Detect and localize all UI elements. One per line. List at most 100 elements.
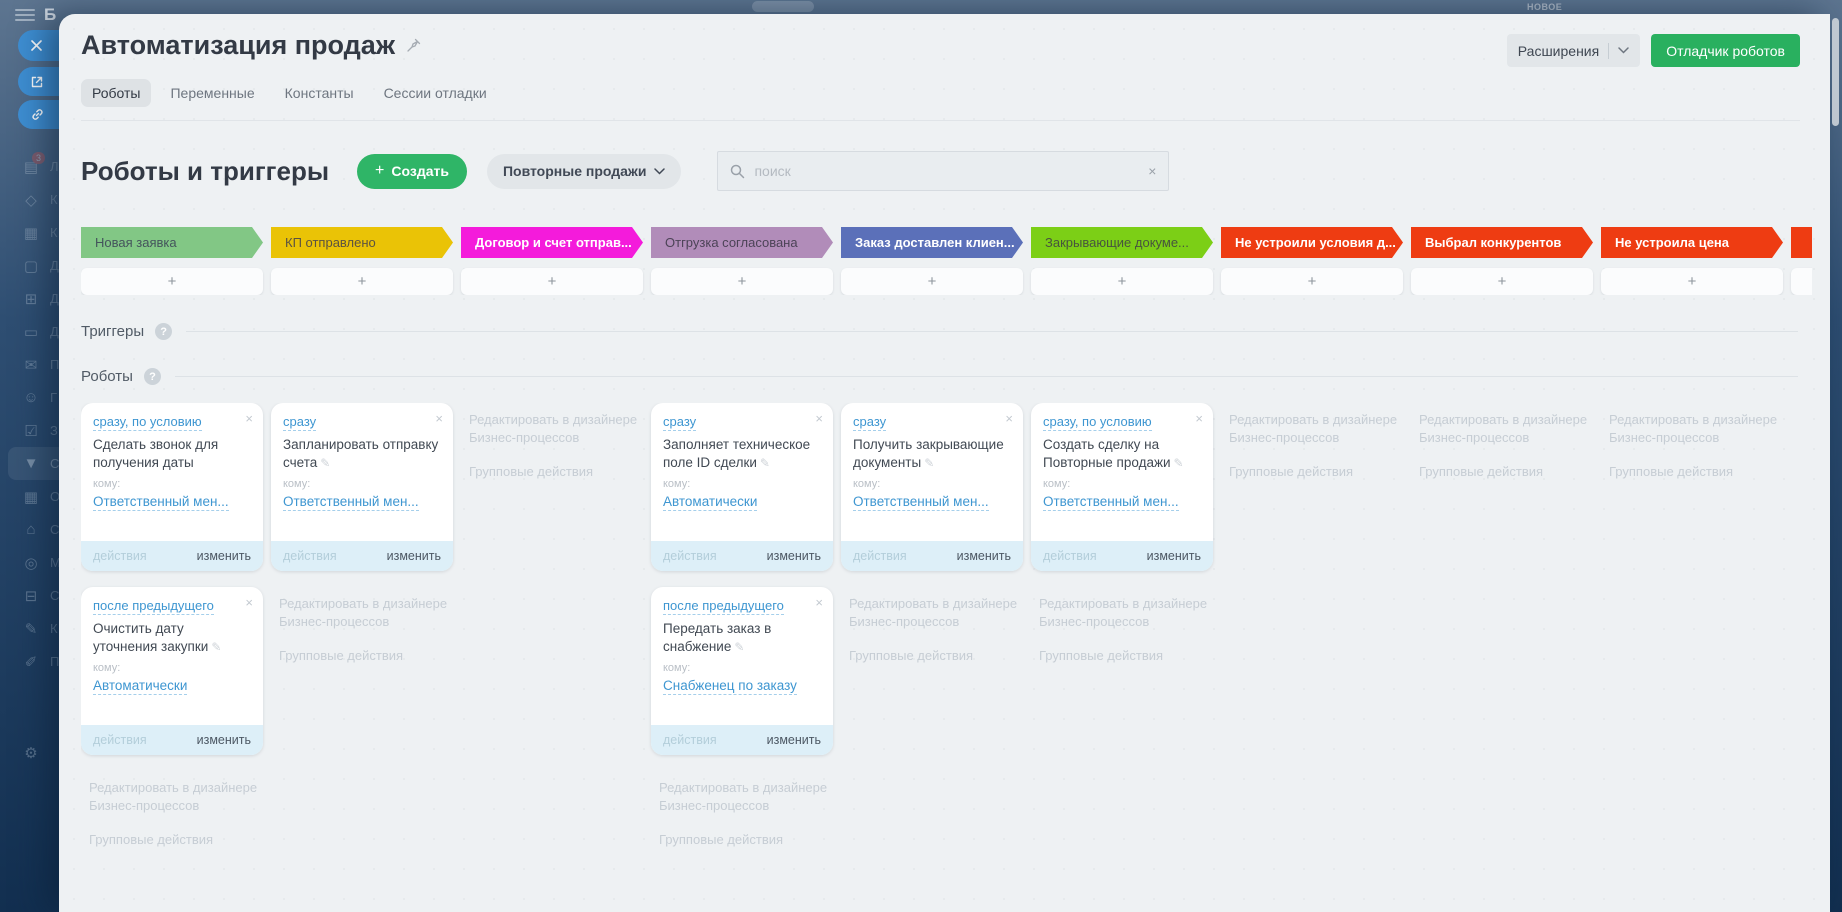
add-robot-button[interactable]: + (1791, 268, 1812, 295)
close-icon[interactable]: × (1005, 412, 1013, 425)
extensions-button[interactable]: Расширения (1506, 34, 1641, 67)
tab-robots[interactable]: Роботы (81, 79, 152, 107)
designer-edit-link[interactable]: Редактировать в дизайнере Бизнес-процесс… (659, 779, 833, 815)
close-icon[interactable]: × (1195, 412, 1203, 425)
edit-pencil-icon[interactable]: ✎ (734, 640, 744, 654)
group-actions-link[interactable]: Групповые действия (1609, 463, 1783, 481)
stage-clipped[interactable] (1791, 227, 1812, 258)
edit-link[interactable]: изменить (197, 549, 251, 563)
help-icon[interactable]: ? (155, 323, 173, 340)
assignee-link[interactable]: Ответственный мен... (93, 493, 229, 511)
edit-link[interactable]: изменить (1147, 549, 1201, 563)
add-robot-button[interactable]: + (1221, 268, 1403, 295)
edit-pencil-icon[interactable]: ✎ (211, 640, 221, 654)
help-icon[interactable]: ? (143, 368, 161, 385)
robot-card[interactable]: сразу × Заполняет техническое поле ID сд… (651, 403, 833, 571)
close-icon[interactable]: × (815, 596, 823, 609)
edit-pencil-icon[interactable]: ✎ (320, 456, 330, 470)
stage-contract-sent[interactable]: Договор и счет отправ... (461, 227, 643, 258)
edit-pencil-icon[interactable]: ✎ (924, 456, 934, 470)
add-robot-button[interactable]: + (1601, 268, 1783, 295)
add-robot-button[interactable]: + (841, 268, 1023, 295)
robot-card[interactable]: сразу, по условию × Создать сделку на По… (1031, 403, 1213, 571)
create-button[interactable]: + Создать (357, 153, 467, 189)
robot-card[interactable]: сразу × Получить закрывающие документы ✎ … (841, 403, 1023, 571)
robot-card[interactable]: после предыдущего × Очистить дату уточне… (81, 587, 263, 755)
add-robot-button[interactable]: + (461, 268, 643, 295)
designer-edit-link[interactable]: Редактировать в дизайнере Бизнес-процесс… (1419, 411, 1593, 447)
actions-link[interactable]: действия (663, 733, 717, 747)
designer-edit-link[interactable]: Редактировать в дизайнере Бизнес-процесс… (1609, 411, 1783, 447)
trigger-condition-link[interactable]: сразу, по условию (1043, 414, 1152, 431)
actions-link[interactable]: действия (93, 549, 147, 563)
copy-link-button[interactable] (18, 100, 62, 129)
group-actions-link[interactable]: Групповые действия (469, 463, 643, 481)
assignee-link[interactable]: Автоматически (93, 677, 188, 695)
edit-link[interactable]: изменить (767, 733, 821, 747)
add-robot-button[interactable]: + (1411, 268, 1593, 295)
stage-order-delivered[interactable]: Заказ доставлен клиен... (841, 227, 1023, 258)
hamburger-menu-icon[interactable] (15, 9, 35, 23)
close-icon[interactable]: × (435, 412, 443, 425)
stage-quote-sent[interactable]: КП отправлено (271, 227, 453, 258)
close-slider-button[interactable] (18, 30, 62, 61)
group-actions-link[interactable]: Групповые действия (849, 647, 1023, 665)
scrollbar-thumb[interactable] (1832, 18, 1839, 126)
actions-link[interactable]: действия (283, 549, 337, 563)
designer-edit-link[interactable]: Редактировать в дизайнере Бизнес-процесс… (89, 779, 263, 815)
edit-pencil-icon[interactable]: ✎ (760, 456, 770, 470)
add-robot-button[interactable]: + (1031, 268, 1213, 295)
actions-link[interactable]: действия (663, 549, 717, 563)
designer-edit-link[interactable]: Редактировать в дизайнере Бизнес-процесс… (1229, 411, 1403, 447)
assignee-link[interactable]: Ответственный мен... (1043, 493, 1179, 511)
close-icon[interactable]: × (815, 412, 823, 425)
funnel-selector-dropdown[interactable]: Повторные продажи (486, 153, 682, 189)
edit-link[interactable]: изменить (767, 549, 821, 563)
stage-new-request[interactable]: Новая заявка (81, 227, 263, 258)
trigger-condition-link[interactable]: после предыдущего (93, 598, 214, 615)
group-actions-link[interactable]: Групповые действия (1039, 647, 1213, 665)
pin-icon[interactable] (406, 38, 421, 53)
edit-link[interactable]: изменить (387, 549, 441, 563)
search-input[interactable] (754, 163, 1149, 179)
group-actions-link[interactable]: Групповые действия (1419, 463, 1593, 481)
trigger-condition-link[interactable]: сразу (853, 414, 887, 431)
assignee-link[interactable]: Ответственный мен... (283, 493, 419, 511)
close-icon[interactable]: × (245, 412, 253, 425)
designer-edit-link[interactable]: Редактировать в дизайнере Бизнес-процесс… (849, 595, 1023, 631)
stage-chose-competitors[interactable]: Выбрал конкурентов (1411, 227, 1593, 258)
tab-constants[interactable]: Константы (274, 79, 365, 107)
trigger-condition-link[interactable]: сразу, по условию (93, 414, 202, 431)
stage-terms-rejected[interactable]: Не устроили условия д... (1221, 227, 1403, 258)
robot-card[interactable]: после предыдущего × Передать заказ в сна… (651, 587, 833, 755)
robot-debugger-button[interactable]: Отладчик роботов (1651, 34, 1800, 67)
clear-search-icon[interactable]: × (1148, 163, 1156, 179)
designer-edit-link[interactable]: Редактировать в дизайнере Бизнес-процесс… (1039, 595, 1213, 631)
stage-price-rejected[interactable]: Не устроила цена (1601, 227, 1783, 258)
assignee-link[interactable]: Снабженец по заказу (663, 677, 797, 695)
open-in-new-button[interactable] (18, 67, 62, 96)
edit-link[interactable]: изменить (197, 733, 251, 747)
assignee-link[interactable]: Автоматически (663, 493, 758, 511)
stage-closing-documents[interactable]: Закрывающие докуме... (1031, 227, 1213, 258)
group-actions-link[interactable]: Групповые действия (279, 647, 453, 665)
actions-link[interactable]: действия (1043, 549, 1097, 563)
tab-variables[interactable]: Переменные (159, 79, 265, 107)
robot-card[interactable]: сразу, по условию × Сделать звонок для п… (81, 403, 263, 571)
designer-edit-link[interactable]: Редактировать в дизайнере Бизнес-процесс… (469, 411, 643, 447)
close-icon[interactable]: × (245, 596, 253, 609)
trigger-condition-link[interactable]: после предыдущего (663, 598, 784, 615)
designer-edit-link[interactable]: Редактировать в дизайнере Бизнес-процесс… (279, 595, 453, 631)
group-actions-link[interactable]: Групповые действия (1229, 463, 1403, 481)
add-robot-button[interactable]: + (651, 268, 833, 295)
robot-card[interactable]: сразу × Запланировать отправку счета ✎ ко… (271, 403, 453, 571)
trigger-condition-link[interactable]: сразу (663, 414, 697, 431)
group-actions-link[interactable]: Групповые действия (659, 831, 833, 849)
tab-debug-sessions[interactable]: Сессии отладки (373, 79, 498, 107)
add-robot-button[interactable]: + (81, 268, 263, 295)
group-actions-link[interactable]: Групповые действия (89, 831, 263, 849)
actions-link[interactable]: действия (853, 549, 907, 563)
actions-link[interactable]: действия (93, 733, 147, 747)
assignee-link[interactable]: Ответственный мен... (853, 493, 989, 511)
add-robot-button[interactable]: + (271, 268, 453, 295)
